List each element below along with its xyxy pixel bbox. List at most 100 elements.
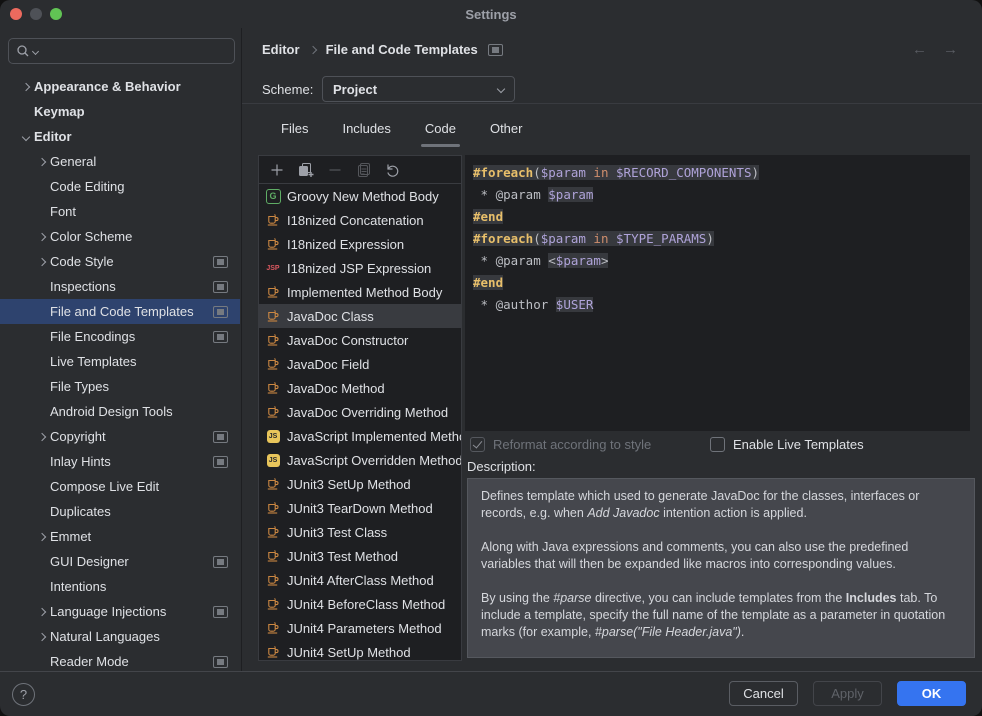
sidebar-item-file-and-code-templates[interactable]: File and Code Templates <box>0 299 240 324</box>
zoom-window-button[interactable] <box>50 8 62 20</box>
template-item-javadoc-constructor[interactable]: JavaDoc Constructor <box>259 328 461 352</box>
sidebar-item-duplicates[interactable]: Duplicates <box>0 499 240 524</box>
template-item-label: JUnit3 TearDown Method <box>287 501 433 516</box>
back-arrow-icon[interactable]: ← <box>912 42 927 57</box>
sidebar-item-editor[interactable]: Editor <box>0 124 240 149</box>
sidebar-item-file-types[interactable]: File Types <box>0 374 240 399</box>
template-item-javadoc-field[interactable]: JavaDoc Field <box>259 352 461 376</box>
copy-template-icon[interactable] <box>356 162 372 178</box>
template-item-i18nized-jsp-expression[interactable]: JSPI18nized JSP Expression <box>259 256 461 280</box>
close-window-button[interactable] <box>10 8 22 20</box>
sidebar-item-keymap[interactable]: Keymap <box>0 99 240 124</box>
sidebar-item-general[interactable]: General <box>0 149 240 174</box>
template-item-junit4-beforeclass-method[interactable]: JUnit4 BeforeClass Method <box>259 592 461 616</box>
template-item-junit4-afterclass-method[interactable]: JUnit4 AfterClass Method <box>259 568 461 592</box>
settings-tree: Appearance & BehaviorKeymap Editor General… <box>0 74 240 672</box>
tree-right-chevron-icon[interactable] <box>34 234 50 240</box>
template-item-javadoc-overriding-method[interactable]: JavaDoc Overriding Method <box>259 400 461 424</box>
tree-right-chevron-icon[interactable] <box>34 159 50 165</box>
template-item-junit4-setup-method[interactable]: JUnit4 SetUp Method <box>259 640 461 661</box>
reformat-checkbox[interactable] <box>470 437 485 452</box>
create-child-template-icon[interactable] <box>298 162 314 178</box>
sidebar-item-intentions[interactable]: Intentions <box>0 574 240 599</box>
ok-button[interactable]: OK <box>897 681 966 706</box>
template-item-javascript-implemented-method-body[interactable]: JSJavaScript Implemented Method Body <box>259 424 461 448</box>
sidebar-item-appearance-behavior[interactable]: Appearance & Behavior <box>0 74 240 99</box>
template-item-groovy-new-method-body[interactable]: GGroovy New Method Body <box>259 184 461 208</box>
sidebar-item-reader-mode[interactable]: Reader Mode <box>0 649 240 672</box>
tree-right-chevron-icon[interactable] <box>18 84 34 90</box>
sidebar-item-compose-live-edit[interactable]: Compose Live Edit <box>0 474 240 499</box>
template-item-junit3-test-method[interactable]: JUnit3 Test Method <box>259 544 461 568</box>
template-code-editor[interactable]: #foreach($param in $RECORD_COMPONENTS) *… <box>465 155 970 431</box>
template-item-label: JavaDoc Field <box>287 357 369 372</box>
template-item-i18nized-expression[interactable]: I18nized Expression <box>259 232 461 256</box>
sidebar-item-label: Copyright <box>50 429 213 444</box>
java-cup-icon <box>265 356 281 372</box>
page-title: File and Code Templates <box>326 42 478 57</box>
enable-live-templates-checkbox[interactable] <box>710 437 725 452</box>
java-cup-icon <box>265 284 281 300</box>
tab-other[interactable]: Other <box>473 113 540 147</box>
cancel-button[interactable]: Cancel <box>729 681 798 706</box>
sidebar-item-code-style[interactable]: Code Style <box>0 249 240 274</box>
template-item-javadoc-class[interactable]: JavaDoc Class <box>259 304 461 328</box>
scheme-value: Project <box>333 82 377 97</box>
help-button[interactable]: ? <box>12 683 35 706</box>
project-scope-badge-icon <box>213 556 228 568</box>
sidebar-item-file-encodings[interactable]: File Encodings <box>0 324 240 349</box>
template-item-junit4-parameters-method[interactable]: JUnit4 Parameters Method <box>259 616 461 640</box>
add-template-icon[interactable] <box>269 162 285 178</box>
sidebar-item-inspections[interactable]: Inspections <box>0 274 240 299</box>
template-item-junit3-teardown-method[interactable]: JUnit3 TearDown Method <box>259 496 461 520</box>
enable-live-templates-label: Enable Live Templates <box>733 437 864 452</box>
sidebar-item-copyright[interactable]: Copyright <box>0 424 240 449</box>
minimize-window-button[interactable] <box>30 8 42 20</box>
template-item-javadoc-method[interactable]: JavaDoc Method <box>259 376 461 400</box>
template-item-i18nized-concatenation[interactable]: I18nized Concatenation <box>259 208 461 232</box>
sidebar-item-label: File Types <box>50 379 240 394</box>
java-cup-icon <box>265 212 281 228</box>
sidebar-item-language-injections[interactable]: Language Injections <box>0 599 240 624</box>
search-input[interactable] <box>41 43 227 60</box>
template-item-implemented-method-body[interactable]: Implemented Method Body <box>259 280 461 304</box>
sidebar-item-code-editing[interactable]: Code Editing <box>0 174 240 199</box>
sidebar-item-android-design-tools[interactable]: Android Design Tools <box>0 399 240 424</box>
sidebar-item-label: Editor <box>34 129 240 144</box>
apply-button[interactable]: Apply <box>813 681 882 706</box>
forward-arrow-icon[interactable]: → <box>943 42 958 57</box>
template-item-junit3-test-class[interactable]: JUnit3 Test Class <box>259 520 461 544</box>
tree-right-chevron-icon[interactable] <box>34 434 50 440</box>
template-item-label: JUnit3 SetUp Method <box>287 477 411 492</box>
sidebar-item-emmet[interactable]: Emmet <box>0 524 240 549</box>
remove-template-icon[interactable] <box>327 162 343 178</box>
sidebar-item-label: Intentions <box>50 579 240 594</box>
tab-code[interactable]: Code <box>408 113 473 147</box>
template-item-label: JUnit4 AfterClass Method <box>287 573 434 588</box>
template-item-label: JavaScript Implemented Method Body <box>287 429 461 444</box>
reformat-checkbox-group: Reformat according to style <box>470 437 651 452</box>
sidebar-item-natural-languages[interactable]: Natural Languages <box>0 624 240 649</box>
scheme-select[interactable]: Project <box>322 76 515 102</box>
template-item-javascript-overridden-method-body[interactable]: JSJavaScript Overridden Method Body <box>259 448 461 472</box>
reset-template-icon[interactable] <box>385 162 401 178</box>
tree-down-chevron-icon[interactable] <box>18 134 34 140</box>
tree-right-chevron-icon[interactable] <box>34 259 50 265</box>
sidebar-item-color-scheme[interactable]: Color Scheme <box>0 224 240 249</box>
breadcrumb-section[interactable]: Editor <box>262 42 300 57</box>
sidebar-item-gui-designer[interactable]: GUI Designer <box>0 549 240 574</box>
code-line: #foreach($param in $RECORD_COMPONENTS) <box>473 162 962 184</box>
sidebar-item-label: Inlay Hints <box>50 454 213 469</box>
scheme-separator <box>242 103 982 104</box>
sidebar-item-inlay-hints[interactable]: Inlay Hints <box>0 449 240 474</box>
sidebar-item-live-templates[interactable]: Live Templates <box>0 349 240 374</box>
settings-search-box[interactable] <box>8 38 235 64</box>
tab-files[interactable]: Files <box>264 113 325 147</box>
tree-right-chevron-icon[interactable] <box>34 609 50 615</box>
tab-includes[interactable]: Includes <box>325 113 407 147</box>
description-paragraph: By using the #parse directive, you can i… <box>481 590 961 641</box>
sidebar-item-font[interactable]: Font <box>0 199 240 224</box>
template-item-junit3-setup-method[interactable]: JUnit3 SetUp Method <box>259 472 461 496</box>
tree-right-chevron-icon[interactable] <box>34 634 50 640</box>
tree-right-chevron-icon[interactable] <box>34 534 50 540</box>
